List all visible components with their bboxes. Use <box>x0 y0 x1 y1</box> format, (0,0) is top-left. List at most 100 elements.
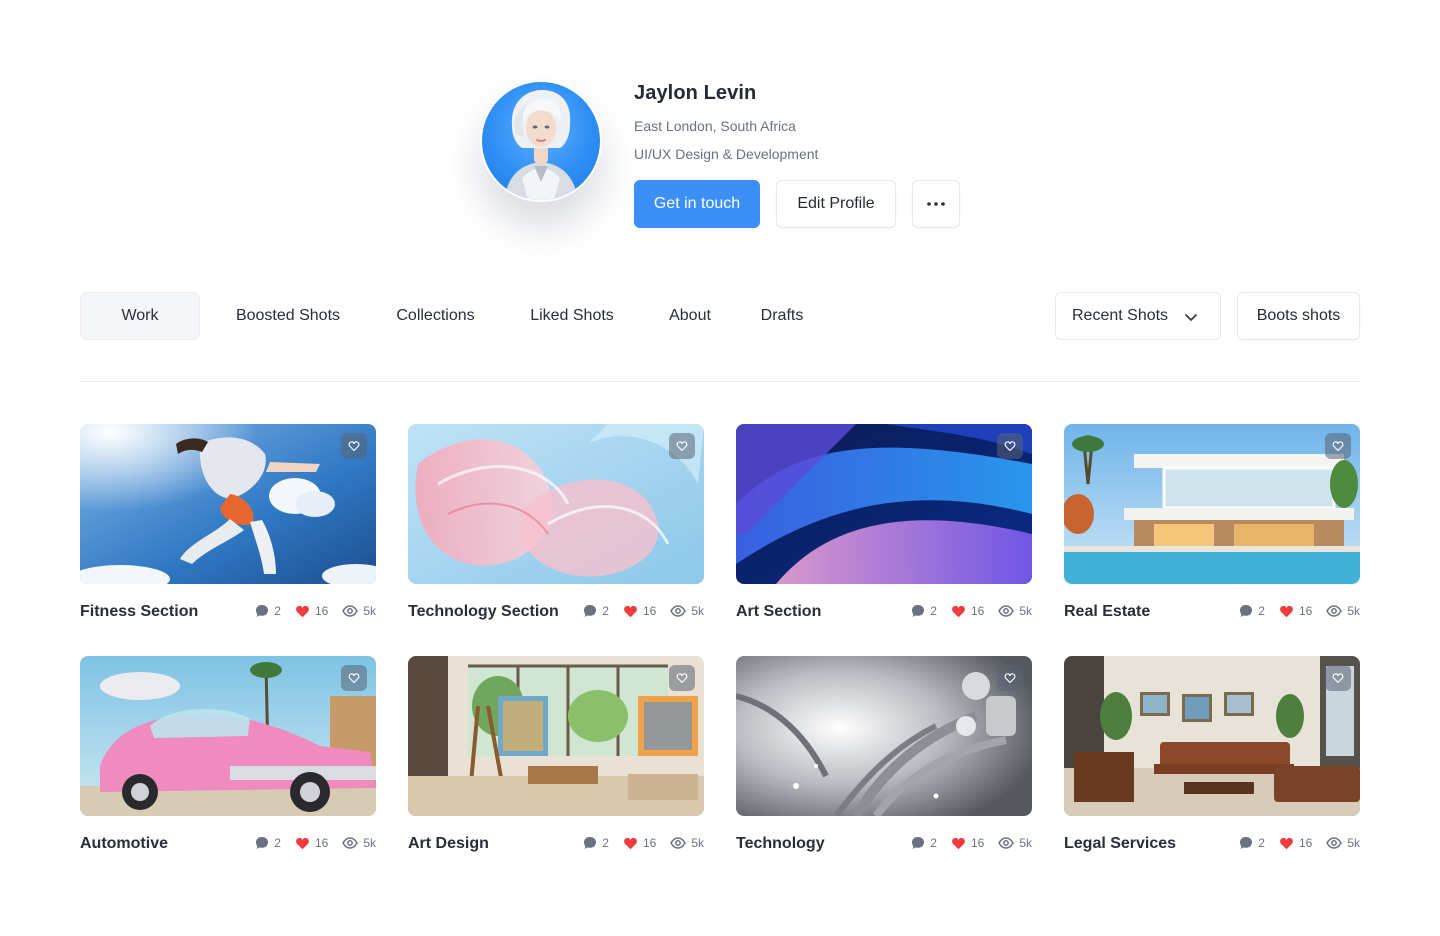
comment-icon <box>256 605 269 617</box>
eye-icon <box>1326 605 1343 617</box>
shot-image-fitness <box>80 424 376 584</box>
like-count: 16 <box>642 836 657 850</box>
profile-location: East London, South Africa <box>634 118 796 134</box>
shot-image-art-section <box>736 424 1032 584</box>
like-count: 16 <box>970 836 985 850</box>
shot-title[interactable]: Technology <box>736 835 825 853</box>
like-count: 16 <box>1298 836 1313 850</box>
shot-card[interactable]: Technology 2 16 5k <box>736 656 1032 852</box>
shot-title[interactable]: Real Estate <box>1064 603 1150 621</box>
shot-thumbnail[interactable] <box>736 656 1032 816</box>
comment-count: 2 <box>930 604 937 618</box>
eye-icon <box>670 605 687 617</box>
comment-count: 2 <box>1258 836 1265 850</box>
favorite-button[interactable] <box>341 433 367 459</box>
shot-image-technology <box>736 656 1032 816</box>
view-count: 5k <box>1019 604 1032 618</box>
tab-collections[interactable]: Collections <box>383 292 488 340</box>
heart-icon <box>296 837 309 850</box>
tab-drafts[interactable]: Drafts <box>750 292 814 340</box>
comment-icon <box>256 837 269 849</box>
shot-stats: 2 16 5k <box>1225 836 1360 850</box>
comment-count: 2 <box>930 836 937 850</box>
edit-profile-button[interactable]: Edit Profile <box>776 180 896 228</box>
shot-stats: 2 16 5k <box>897 836 1032 850</box>
like-count: 16 <box>642 604 657 618</box>
comment-icon <box>584 605 597 617</box>
shot-title[interactable]: Technology Section <box>408 603 559 621</box>
profile-role: UI/UX Design & Development <box>634 146 819 162</box>
comment-count: 2 <box>602 604 609 618</box>
shot-image-legal-services <box>1064 656 1360 816</box>
shot-title[interactable]: Art Design <box>408 835 489 853</box>
shot-stats: 2 16 5k <box>897 604 1032 618</box>
shot-stats: 2 16 5k <box>569 604 704 618</box>
shot-card[interactable]: Legal Services 2 16 5k <box>1064 656 1360 852</box>
shot-image-art-design <box>408 656 704 816</box>
heart-icon <box>952 605 965 618</box>
shot-thumbnail[interactable] <box>1064 656 1360 816</box>
section-divider <box>80 381 1360 382</box>
eye-icon <box>670 837 687 849</box>
view-count: 5k <box>1019 836 1032 850</box>
favorite-button[interactable] <box>997 433 1023 459</box>
tab-boosted-shots[interactable]: Boosted Shots <box>222 292 354 340</box>
shot-title[interactable]: Automotive <box>80 835 168 853</box>
heart-outline-icon <box>1332 441 1344 452</box>
heart-outline-icon <box>676 441 688 452</box>
shot-title[interactable]: Art Section <box>736 603 821 621</box>
like-count: 16 <box>1298 604 1313 618</box>
avatar[interactable] <box>482 82 600 200</box>
shot-thumbnail[interactable] <box>1064 424 1360 584</box>
heart-icon <box>1280 605 1293 618</box>
favorite-button[interactable] <box>1325 665 1351 691</box>
eye-icon <box>998 837 1015 849</box>
shot-stats: 2 16 5k <box>1225 604 1360 618</box>
shot-thumbnail[interactable] <box>408 424 704 584</box>
heart-outline-icon <box>348 673 360 684</box>
favorite-button[interactable] <box>341 665 367 691</box>
eye-icon <box>342 837 359 849</box>
heart-icon <box>952 837 965 850</box>
shot-card[interactable]: Real Estate 2 16 5k <box>1064 424 1360 620</box>
heart-icon <box>624 605 637 618</box>
tab-work[interactable]: Work <box>80 292 200 340</box>
shot-thumbnail[interactable] <box>736 424 1032 584</box>
heart-outline-icon <box>1332 673 1344 684</box>
tab-about[interactable]: About <box>657 292 723 340</box>
shot-thumbnail[interactable] <box>80 656 376 816</box>
dropdown-label: Recent Shots <box>1072 307 1169 324</box>
shot-card[interactable]: Technology Section 2 16 5k <box>408 424 704 620</box>
favorite-button[interactable] <box>1325 433 1351 459</box>
shot-title[interactable]: Legal Services <box>1064 835 1176 853</box>
shot-card[interactable]: Art Design 2 16 5k <box>408 656 704 852</box>
get-in-touch-button[interactable]: Get in touch <box>634 180 760 228</box>
favorite-button[interactable] <box>997 665 1023 691</box>
comment-icon <box>584 837 597 849</box>
recent-shots-dropdown[interactable]: Recent Shots <box>1055 292 1221 340</box>
boost-shots-button[interactable]: Boots shots <box>1237 292 1360 340</box>
shot-thumbnail[interactable] <box>80 424 376 584</box>
comment-icon <box>912 837 925 849</box>
shot-title[interactable]: Fitness Section <box>80 603 198 621</box>
tab-liked-shots[interactable]: Liked Shots <box>518 292 626 340</box>
chevron-down-icon <box>1185 314 1197 321</box>
shot-card[interactable]: Automotive 2 16 5k <box>80 656 376 852</box>
shot-card[interactable]: Art Section 2 16 5k <box>736 424 1032 620</box>
heart-outline-icon <box>1004 673 1016 684</box>
favorite-button[interactable] <box>669 433 695 459</box>
shot-image-real-estate <box>1064 424 1360 584</box>
more-options-button[interactable] <box>912 180 960 228</box>
avatar-portrait <box>504 90 578 200</box>
shot-card[interactable]: Fitness Section 2 16 5k <box>80 424 376 620</box>
avatar-frame <box>480 80 602 202</box>
comment-icon <box>1240 837 1253 849</box>
shot-stats: 2 16 5k <box>569 836 704 850</box>
shot-image-technology-section <box>408 424 704 584</box>
view-count: 5k <box>1347 604 1360 618</box>
favorite-button[interactable] <box>669 665 695 691</box>
eye-icon <box>1326 837 1343 849</box>
shot-thumbnail[interactable] <box>408 656 704 816</box>
shot-stats: 2 16 5k <box>241 836 376 850</box>
view-count: 5k <box>691 836 704 850</box>
